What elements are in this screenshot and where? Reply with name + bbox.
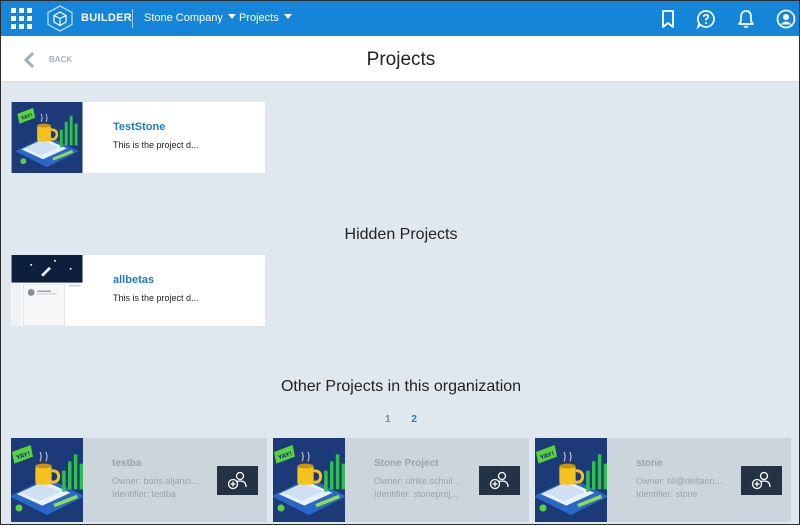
company-dropdown[interactable]: Stone Company	[144, 12, 236, 24]
project-identifier: Identifier: stoneproj...	[374, 489, 459, 499]
add-user-icon	[227, 471, 247, 490]
company-label: Stone Company	[144, 12, 223, 24]
help-icon[interactable]	[696, 9, 716, 29]
page-link-1[interactable]: 1	[385, 414, 391, 425]
page-header: BACK Projects	[1, 36, 799, 82]
request-access-button[interactable]	[741, 466, 782, 495]
project-description: This is the project d...	[113, 140, 199, 150]
project-name: Stone Project	[374, 458, 439, 469]
project-card-teststone[interactable]: TestStone This is the project d...	[11, 102, 265, 173]
user-avatar-icon[interactable]	[776, 9, 796, 29]
hidden-projects-heading: Hidden Projects	[344, 226, 458, 243]
add-user-icon	[751, 471, 771, 490]
brand-name: BUILDER	[81, 12, 132, 24]
bookmark-icon[interactable]	[658, 9, 678, 29]
apps-grid-icon[interactable]	[11, 8, 32, 29]
caret-down-icon	[227, 14, 236, 19]
other-projects-heading: Other Projects in this organization	[280, 378, 522, 395]
project-identifier: Identifier: stone	[636, 489, 698, 499]
cube-logo-icon	[47, 5, 73, 32]
page-link-2-current[interactable]: 2	[411, 414, 417, 425]
project-owner: Owner: till@deltaon...	[636, 476, 723, 486]
projects-dropdown[interactable]: Projects	[239, 12, 292, 24]
project-thumbnail	[11, 255, 83, 326]
notification-bell-icon[interactable]	[736, 9, 756, 29]
project-name: stone	[636, 458, 663, 469]
add-user-icon	[489, 471, 509, 490]
project-thumbnail	[535, 438, 607, 522]
project-identifier: Identifier: testba	[112, 489, 177, 499]
project-thumbnail	[273, 438, 345, 522]
project-name: testba	[112, 458, 142, 469]
pagination: 1 2	[1, 414, 799, 425]
project-owner: Owner: boris.aljanci...	[112, 476, 199, 486]
project-name[interactable]: allbetas	[113, 274, 154, 286]
request-access-button[interactable]	[217, 466, 258, 495]
project-thumbnail	[11, 102, 83, 173]
project-description: This is the project d...	[113, 293, 199, 303]
project-card-allbetas[interactable]: allbetas This is the project d...	[11, 255, 265, 326]
request-access-button[interactable]	[479, 466, 520, 495]
project-owner: Owner: ulrike.schull...	[374, 476, 461, 486]
other-project-card: stone Owner: till@deltaon... Identifier:…	[535, 438, 791, 522]
caret-down-icon	[283, 14, 292, 19]
project-name[interactable]: TestStone	[113, 121, 165, 133]
other-project-card: Stone Project Owner: ulrike.schull... Id…	[273, 438, 529, 522]
other-project-card: testba Owner: boris.aljanci... Identifie…	[11, 438, 267, 522]
project-thumbnail	[11, 438, 83, 522]
divider	[132, 9, 133, 28]
app-window: BUILDER Stone Company Projects BACK Proj…	[0, 0, 800, 525]
page-title: Projects	[366, 49, 436, 70]
top-navigation-bar: BUILDER Stone Company Projects	[1, 1, 799, 36]
projects-menu-label: Projects	[239, 12, 279, 24]
